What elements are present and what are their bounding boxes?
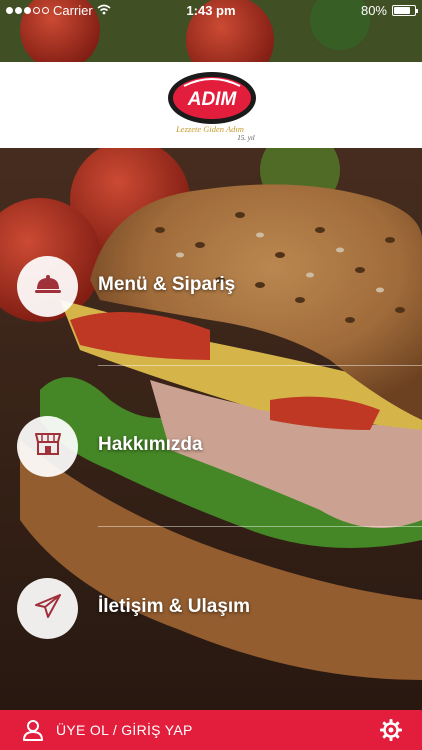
menu-icon-circle [17, 256, 78, 317]
status-right: 80% [360, 3, 418, 18]
battery-icon [392, 5, 418, 16]
user-icon[interactable] [22, 719, 44, 741]
app-header: ADIM Lezzete Giden Adım 15. yıl [0, 62, 422, 148]
status-bar: Carrier 1:43 pm 80% [0, 0, 422, 22]
storefront-icon [34, 432, 61, 461]
menu-item-about[interactable]: Hakkımızda [0, 408, 422, 488]
menu-item-contact[interactable]: İletişim & Ulaşım [0, 570, 422, 650]
login-register-link[interactable]: ÜYE OL / GİRİŞ YAP [56, 722, 193, 738]
menu-icon-circle [17, 578, 78, 639]
battery-percent: 80% [360, 3, 387, 18]
main-menu: Menü & Sipariş Hakkımızda İletişim & Ula… [0, 148, 422, 710]
paper-plane-icon [34, 594, 61, 623]
menu-divider [98, 526, 422, 527]
logo-year: 15. yıl [237, 134, 255, 142]
logo-text: ADIM [187, 89, 238, 110]
food-cloche-icon [34, 274, 61, 299]
menu-icon-circle [17, 416, 78, 477]
menu-item-label: Menü & Sipariş [98, 274, 236, 295]
brand-logo: ADIM Lezzete Giden Adım 15. yıl [164, 68, 260, 142]
logo-tagline: Lezzete Giden Adım [175, 124, 244, 134]
gear-icon[interactable] [380, 719, 402, 741]
menu-item-label: İletişim & Ulaşım [98, 596, 251, 617]
bottom-bar: ÜYE OL / GİRİŞ YAP [0, 710, 422, 750]
menu-item-label: Hakkımızda [98, 434, 203, 455]
status-time: 1:43 pm [186, 3, 236, 18]
menu-item-menu-order[interactable]: Menü & Sipariş [0, 248, 422, 328]
menu-divider [98, 365, 422, 366]
